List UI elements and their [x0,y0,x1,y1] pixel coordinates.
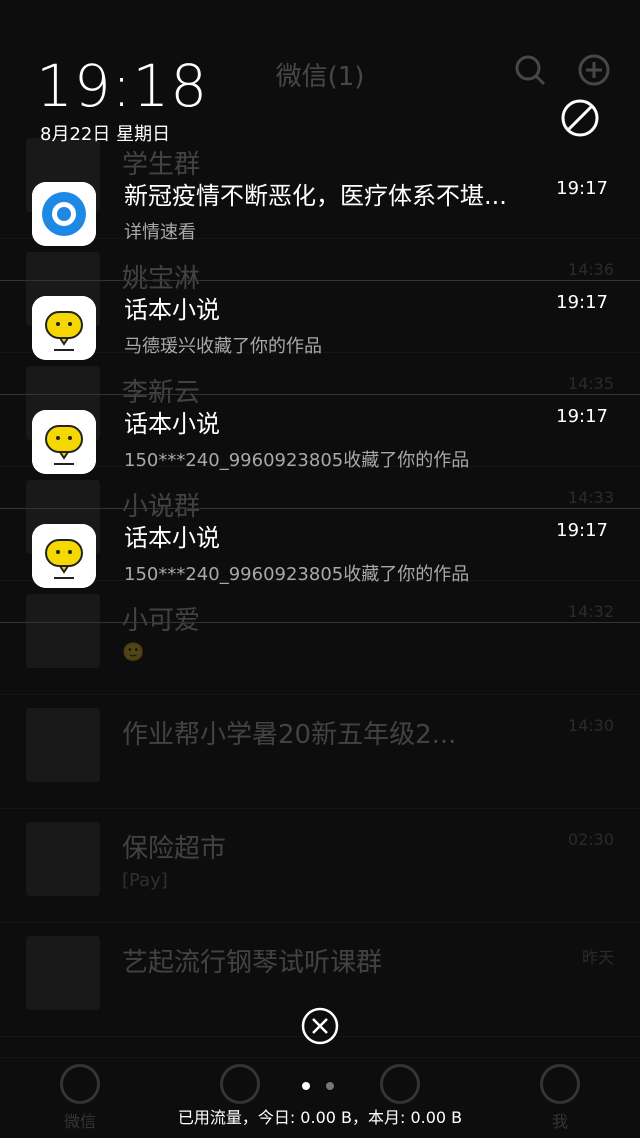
notification-time: 19:17 [556,520,608,541]
chat-preview: [Pay] [122,870,168,891]
huaben-app-icon [32,296,96,360]
page-indicator [302,1075,350,1094]
avatar [26,936,100,1010]
notification-item[interactable]: 话本小说 150***240_9960923805收藏了你的作品 19:17 [0,394,640,509]
do-not-disturb-icon[interactable] [560,98,600,138]
chat-time: 14:30 [567,716,614,735]
add-icon [578,54,610,86]
clock: 19:18 [36,52,209,120]
notification-time: 19:17 [556,292,608,313]
notification-title: 新冠疫情不断恶化，医疗体系不堪... [124,182,507,210]
notification-time: 19:17 [556,406,608,427]
huaben-app-icon [32,524,96,588]
notification-subtitle: 详情速看 [124,222,196,243]
chat-name: 艺起流行钢琴试听课群 [122,948,383,978]
tab-contacts [210,1064,270,1108]
chat-preview: 🙂 [122,642,145,663]
page-dot [326,1082,334,1090]
notification-item[interactable]: 新冠疫情不断恶化，医疗体系不堪... 详情速看 19:17 [0,166,640,281]
notification-title: 话本小说 [124,524,220,552]
browser-app-icon [32,182,96,246]
data-usage-text: 已用流量，今日: 0.00 B，本月: 0.00 B [177,1108,463,1127]
chat-time: 昨天 [581,948,614,967]
tab-discover [370,1064,430,1108]
page-dot-active [302,1082,310,1090]
notification-item[interactable]: 话本小说 150***240_9960923805收藏了你的作品 19:17 [0,508,640,623]
date: 8月22日 星期日 [40,124,171,145]
notification-title: 话本小说 [124,410,220,438]
notification-subtitle: 马德瑗兴收藏了你的作品 [124,336,322,357]
notification-subtitle: 150***240_9960923805收藏了你的作品 [124,450,470,471]
chat-name: 保险超市 [122,834,227,864]
chat-row: 作业帮小学暑20新五年级2... 14:30 [0,694,640,809]
notification-subtitle: 150***240_9960923805收藏了你的作品 [124,564,470,585]
chat-time: 02:30 [567,830,614,849]
notification-item[interactable]: 话本小说 马德瑗兴收藏了你的作品 19:17 [0,280,640,395]
avatar [26,822,100,896]
search-icon [515,55,546,86]
notification-time: 19:17 [556,178,608,199]
clear-all-button[interactable] [300,1006,340,1046]
chat-name: 作业帮小学暑20新五年级2... [122,720,457,750]
notification-title: 话本小说 [124,296,220,324]
avatar [26,708,100,782]
chat-row: 保险超市 [Pay] 02:30 [0,808,640,923]
huaben-app-icon [32,410,96,474]
